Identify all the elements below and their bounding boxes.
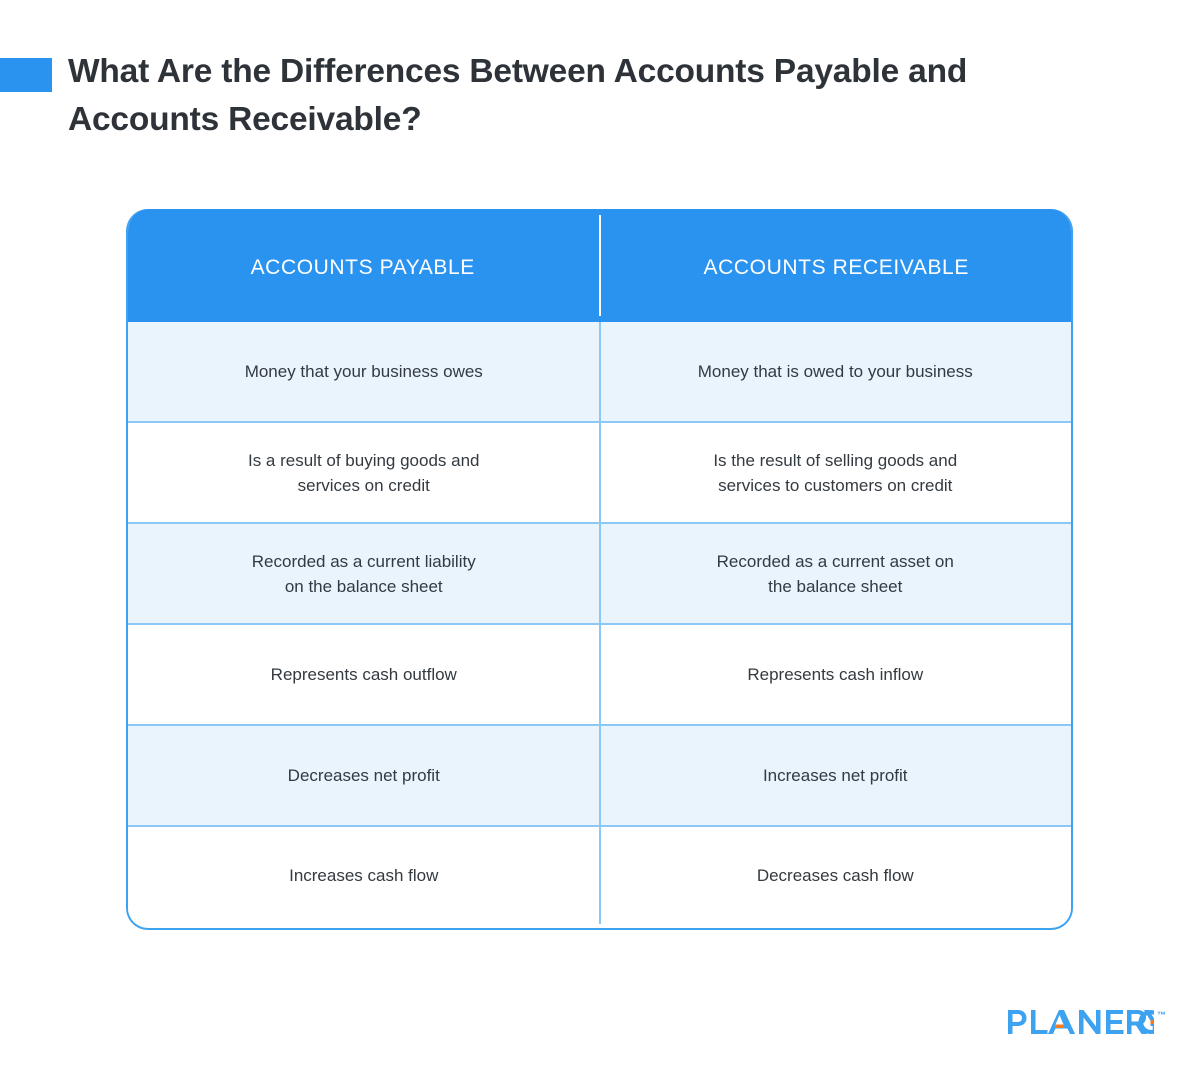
column-header-accounts-payable: ACCOUNTS PAYABLE (250, 255, 475, 279)
planergy-wordmark-icon (1008, 1009, 1154, 1034)
header-vertical-divider (598, 215, 601, 316)
cell-receivable: Decreases cash flow (756, 866, 914, 885)
cell-receivable: Represents cash inflow (747, 665, 924, 684)
title-block: What Are the Differences Between Account… (0, 48, 1010, 144)
cell-payable: Recorded as a current liability on the b… (251, 551, 476, 596)
planergy-logo: ™ (1008, 1008, 1166, 1036)
cell-receivable: Money that is owed to your business (697, 362, 973, 381)
cell-payable: Money that your business owes (244, 362, 483, 381)
page-title: What Are the Differences Between Account… (68, 53, 968, 138)
column-header-accounts-receivable: ACCOUNTS RECEIVABLE (703, 255, 969, 279)
cell-receivable: Is the result of selling goods and servi… (713, 450, 958, 495)
cell-payable: Increases cash flow (289, 866, 439, 885)
table-header-row: ACCOUNTS PAYABLE ACCOUNTS RECEIVABLE (128, 209, 1071, 322)
cell-receivable: Increases net profit (762, 766, 908, 785)
trademark-symbol: ™ (1157, 1010, 1166, 1020)
cell-receivable: Recorded as a current asset on the balan… (716, 551, 954, 596)
table-body: Money that your business owes Money that… (128, 322, 1071, 924)
logo-a-crossbar (1055, 1024, 1064, 1028)
cell-payable: Is a result of buying goods and services… (247, 450, 480, 495)
body-vertical-divider (598, 322, 601, 924)
cell-payable: Decreases net profit (287, 766, 440, 785)
logo-g-crossbar (1150, 1020, 1154, 1024)
cell-payable: Represents cash outflow (270, 665, 457, 684)
comparison-table: ACCOUNTS PAYABLE ACCOUNTS RECEIVABLE Mon… (126, 209, 1073, 930)
accent-square-icon (0, 58, 52, 92)
infographic-page: What Are the Differences Between Account… (0, 0, 1200, 1082)
